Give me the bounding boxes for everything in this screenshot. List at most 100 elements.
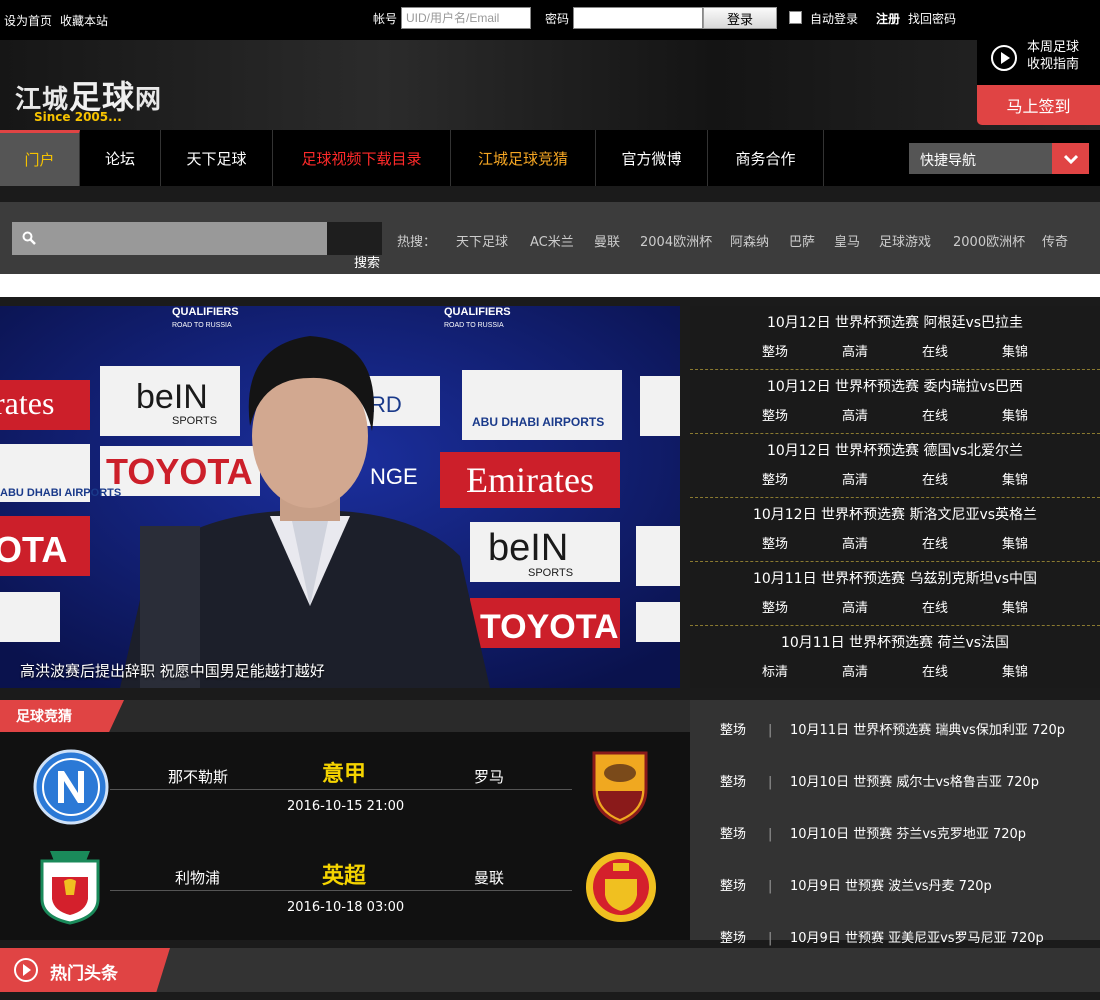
account-label: 帐号	[373, 12, 398, 26]
match-option[interactable]: 在线	[905, 533, 965, 552]
match-option[interactable]: 标清	[745, 661, 805, 680]
match-row: 10月12日 世界杯预选赛 德国vs北爱尔兰 整场 高清 在线 集锦	[690, 434, 1100, 498]
match-title[interactable]: 10月12日 世界杯预选赛 委内瑞拉vs巴西	[690, 376, 1100, 396]
hot-search-item[interactable]: 天下足球	[456, 231, 508, 250]
bg-sports: SPORTS	[172, 415, 217, 427]
download-title: 10月9日 世预赛 波兰vs丹麦 720p	[790, 879, 992, 894]
hot-search-item[interactable]: 巴萨	[789, 231, 815, 250]
download-separator: |	[768, 931, 773, 946]
chevron-down-icon[interactable]	[1052, 143, 1089, 174]
match-option[interactable]: 在线	[905, 661, 965, 680]
register-link[interactable]: 注册	[876, 10, 900, 27]
match-row: 10月12日 世界杯预选赛 委内瑞拉vs巴西 整场 高清 在线 集锦	[690, 370, 1100, 434]
bg-qualifiers-2: QUALIFIERS	[444, 306, 511, 318]
hero-slide[interactable]: QUALIFIERS ROAD TO RUSSIA QUALIFIERS ROA…	[0, 306, 680, 688]
hot-search-label: 热搜：	[397, 235, 437, 250]
hot-news-tab[interactable]: 热门头条	[0, 948, 170, 992]
match-title[interactable]: 10月12日 世界杯预选赛 德国vs北爱尔兰	[690, 440, 1100, 460]
guess-tab-label: 足球竞猜	[16, 709, 72, 725]
match-option[interactable]: 整场	[745, 469, 805, 488]
nav-item-guess[interactable]: 江城足球竞猜	[451, 130, 596, 186]
logo-since: Since 2005...	[34, 110, 122, 124]
match-option[interactable]: 集锦	[985, 469, 1045, 488]
download-row[interactable]: 整场 | 10月10日 世预赛 芬兰vs克罗地亚 720p	[720, 823, 1026, 842]
search-input[interactable]	[12, 222, 327, 255]
match-option[interactable]: 整场	[745, 341, 805, 360]
download-quality: 整场	[720, 931, 747, 946]
bg-rates: rates	[0, 385, 54, 421]
match-option[interactable]: 集锦	[985, 341, 1045, 360]
nav-item-business[interactable]: 商务合作	[708, 130, 824, 186]
hot-news-label: 热门头条	[50, 964, 118, 984]
hot-search-item[interactable]: 皇马	[834, 231, 860, 250]
download-separator: |	[768, 879, 773, 894]
download-row[interactable]: 整场 | 10月11日 世界杯预选赛 瑞典vs保加利亚 720p	[720, 719, 1065, 738]
match-option[interactable]: 高清	[825, 661, 885, 680]
match-option[interactable]: 整场	[745, 405, 805, 424]
hot-search-item[interactable]: 足球游戏	[879, 231, 931, 250]
hot-search-item[interactable]: 阿森纳	[730, 231, 769, 250]
bookmark-link[interactable]: 收藏本站	[60, 12, 108, 29]
away-team: 曼联	[474, 869, 505, 887]
download-row[interactable]: 整场 | 10月9日 世预赛 波兰vs丹麦 720p	[720, 875, 992, 894]
hero-caption[interactable]: 高洪波赛后提出辞职 祝愿中国男足能越打越好	[20, 660, 325, 681]
download-title: 10月10日 世预赛 威尔士vs格鲁吉亚 720p	[790, 775, 1040, 790]
league-name: 英超	[322, 864, 367, 889]
set-homepage-link[interactable]: 设为首页	[4, 12, 52, 29]
nav-item-portal[interactable]: 门户	[0, 130, 80, 186]
hot-search-item[interactable]: 2000欧洲杯	[953, 231, 1025, 250]
quick-nav-dropdown[interactable]: 快捷导航	[909, 143, 1089, 174]
guess-panel: 那不勒斯 意甲 罗马 2016-10-15 21:00 利物浦 英超 曼联 20…	[0, 732, 690, 940]
match-row: 10月11日 世界杯预选赛 荷兰vs法国 标清 高清 在线 集锦	[690, 626, 1100, 690]
header-banner	[0, 40, 1100, 130]
match-option[interactable]: 整场	[745, 533, 805, 552]
guess-tab[interactable]: 足球竞猜	[0, 700, 124, 732]
top-bar: 设为首页 收藏本站 帐号 密码 登录 自动登录 注册 找回密码	[0, 0, 1100, 40]
nav-item-weibo[interactable]: 官方微博	[596, 130, 708, 186]
match-option[interactable]: 整场	[745, 597, 805, 616]
match-option[interactable]: 集锦	[985, 405, 1045, 424]
match-option[interactable]: 高清	[825, 341, 885, 360]
match-option[interactable]: 在线	[905, 469, 965, 488]
password-label: 密码	[545, 12, 570, 26]
download-separator: |	[768, 827, 773, 842]
hot-search-item[interactable]: AC米兰	[530, 231, 574, 250]
match-option[interactable]: 集锦	[985, 533, 1045, 552]
match-title[interactable]: 10月12日 世界杯预选赛 斯洛文尼亚vs英格兰	[690, 504, 1100, 524]
download-quality: 整场	[720, 775, 747, 790]
search-button[interactable]: 搜索	[327, 222, 382, 271]
hot-search-item[interactable]: 传奇	[1042, 231, 1068, 250]
nav-item-video-downloads[interactable]: 足球视频下载目录	[273, 130, 451, 186]
search-icon	[22, 231, 36, 245]
match-title[interactable]: 10月12日 世界杯预选赛 阿根廷vs巴拉圭	[690, 312, 1100, 332]
hot-search-item[interactable]: 曼联	[594, 231, 620, 250]
match-option[interactable]: 高清	[825, 405, 885, 424]
napoli-crest-icon	[33, 749, 109, 825]
password-input[interactable]	[573, 7, 703, 29]
match-option[interactable]: 高清	[825, 469, 885, 488]
match-option[interactable]: 集锦	[985, 661, 1045, 680]
download-row[interactable]: 整场 | 10月10日 世预赛 威尔士vs格鲁吉亚 720p	[720, 771, 1039, 790]
download-quality: 整场	[720, 827, 747, 842]
match-option[interactable]: 在线	[905, 597, 965, 616]
auto-login-checkbox[interactable]	[789, 11, 802, 24]
match-option[interactable]: 高清	[825, 597, 885, 616]
tv-guide-button[interactable]: 本周足球收视指南	[977, 25, 1100, 85]
match-option[interactable]: 在线	[905, 405, 965, 424]
signin-button[interactable]: 马上签到	[977, 85, 1100, 125]
match-option[interactable]: 在线	[905, 341, 965, 360]
match-option[interactable]: 集锦	[985, 597, 1045, 616]
download-row[interactable]: 整场 | 10月9日 世预赛 亚美尼亚vs罗马尼亚 720p	[720, 927, 1044, 946]
match-divider	[110, 890, 572, 891]
account-input[interactable]	[401, 7, 531, 29]
search-button-label: 搜索	[354, 256, 381, 271]
hot-search-item[interactable]: 2004欧洲杯	[640, 231, 712, 250]
kickoff-time: 2016-10-18 03:00	[287, 900, 405, 915]
match-title[interactable]: 10月11日 世界杯预选赛 荷兰vs法国	[690, 632, 1100, 652]
login-button[interactable]: 登录	[703, 7, 777, 29]
match-option[interactable]: 高清	[825, 533, 885, 552]
forgot-password-link[interactable]: 找回密码	[908, 10, 956, 27]
nav-item-forum[interactable]: 论坛	[80, 130, 161, 186]
match-title[interactable]: 10月11日 世界杯预选赛 乌兹别克斯坦vs中国	[690, 568, 1100, 588]
nav-item-world-football[interactable]: 天下足球	[161, 130, 273, 186]
